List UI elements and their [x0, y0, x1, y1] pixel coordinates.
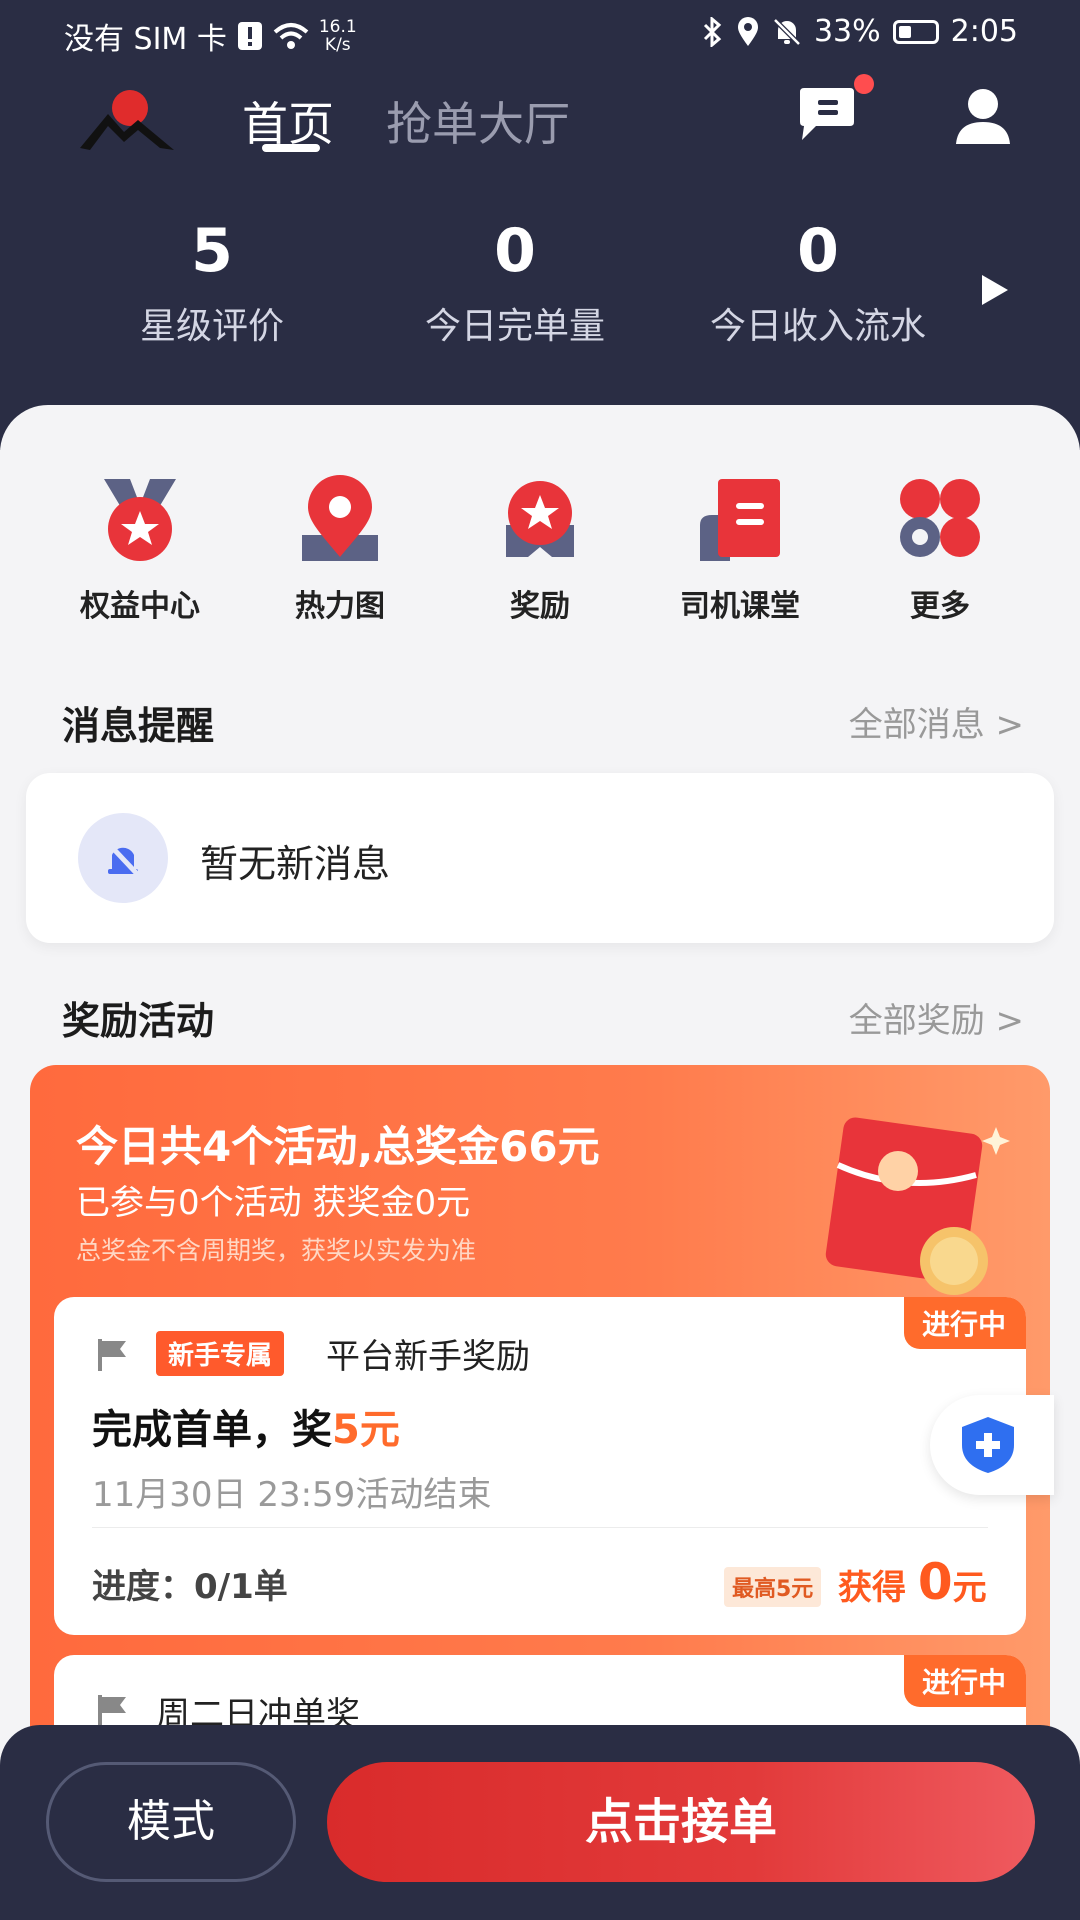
menu-item-more[interactable]: 更多 — [840, 475, 1040, 625]
red-envelope-icon — [825, 1117, 1010, 1295]
earned-prefix: 获得 — [838, 1568, 906, 1608]
max-reward-badge: 最高5元 — [724, 1567, 822, 1607]
menu-label: 奖励 — [510, 589, 570, 624]
stat-value: 5 — [191, 216, 233, 286]
wifi-icon — [273, 23, 309, 49]
flag-icon — [98, 1695, 126, 1727]
status-bar: 没有 SIM 卡 16.1 K/s 33% 2:05 — [0, 0, 1080, 70]
quick-menu: 权益中心 热力图 奖励 司机课堂 更多 — [40, 475, 1040, 625]
bell-off-icon — [78, 813, 168, 903]
menu-item-driver-class[interactable]: 司机课堂 — [640, 475, 840, 625]
reward-name: 平台新手奖励 — [326, 1337, 530, 1377]
mode-button[interactable]: 模式 — [46, 1762, 296, 1882]
menu-label: 权益中心 — [80, 589, 200, 624]
all-messages-link[interactable]: 全部消息 > — [849, 697, 1024, 746]
stat-label: 星级评价 — [139, 306, 284, 347]
newcomer-tag: 新手专属 — [156, 1331, 285, 1376]
carrier-text: 没有 SIM 卡 — [64, 22, 227, 57]
flag-icon — [98, 1339, 126, 1371]
reward-amount: 5元 — [332, 1407, 400, 1453]
stat-orders-today[interactable]: 0 今日完单量 — [365, 215, 665, 349]
earned-unit: 元 — [952, 1568, 987, 1608]
status-badge: 进行中 — [903, 1655, 1026, 1707]
reward-end-time: 11月30日 23:59活动结束 — [92, 1475, 492, 1515]
bottom-action-bar: 模式 点击接单 — [0, 1725, 1080, 1920]
clock-time: 2:05 — [950, 14, 1018, 49]
all-rewards-link[interactable]: 全部奖励 > — [849, 993, 1024, 1042]
reward-condition: 完成首单，奖5元 — [92, 1397, 400, 1455]
top-nav: 首页 抢单大厅 — [0, 74, 1080, 170]
net-speed-unit: K/s — [324, 35, 351, 55]
menu-label: 更多 — [910, 589, 970, 624]
reward-progress: 进度：0/1单 — [92, 1567, 288, 1607]
battery-percent: 33% — [813, 14, 881, 49]
tab-order-hall[interactable]: 抢单大厅 — [386, 88, 570, 154]
app-logo — [80, 90, 174, 150]
accept-order-button[interactable]: 点击接单 — [327, 1762, 1035, 1882]
net-speed: 16.1 K/s — [319, 18, 357, 54]
medal-icon — [104, 479, 176, 561]
earned-amount: 获得 0元 — [838, 1553, 987, 1611]
reward-participation: 已参与0个活动 获奖金0元 — [76, 1183, 471, 1223]
stat-label: 今日完单量 — [424, 306, 605, 347]
net-speed-value: 16.1 — [318, 17, 357, 37]
menu-label: 热力图 — [295, 589, 385, 624]
stats-row: 5 星级评价 0 今日完单量 0 今日收入流水 — [0, 215, 1080, 355]
stat-value: 0 — [494, 216, 536, 286]
message-card[interactable]: 暂无新消息 — [26, 773, 1054, 943]
location-icon — [737, 16, 758, 46]
menu-item-heatmap[interactable]: 热力图 — [240, 475, 440, 625]
reward-card[interactable]: 进行中 新手专属 平台新手奖励 完成首单，奖5元 11月30日 23:59活动结… — [54, 1297, 1026, 1635]
stat-rating[interactable]: 5 星级评价 — [62, 215, 362, 349]
reward-note: 总奖金不含周期奖，获奖以实发为准 — [76, 1236, 477, 1265]
user-icon[interactable] — [952, 86, 1014, 148]
rewards-title: 奖励活动 — [62, 999, 215, 1043]
battery-icon — [892, 19, 939, 44]
main-sheet: 权益中心 热力图 奖励 司机课堂 更多 消息提醒 全部消息 > 暂无新消息 奖励… — [0, 405, 1080, 1785]
messages-title: 消息提醒 — [62, 704, 215, 748]
sim-alert-icon — [237, 22, 262, 50]
location-pin-icon — [302, 475, 378, 561]
book-icon — [700, 479, 780, 561]
unread-dot — [854, 74, 874, 94]
bluetooth-icon — [703, 16, 722, 47]
stat-label: 今日收入流水 — [709, 306, 926, 347]
chat-icon[interactable] — [796, 86, 858, 142]
empty-message-text: 暂无新消息 — [200, 842, 391, 886]
menu-label: 司机课堂 — [680, 589, 800, 624]
tab-home-indicator — [262, 144, 320, 152]
shield-icon — [962, 1417, 1014, 1473]
grid-icon — [900, 479, 980, 557]
menu-item-benefits[interactable]: 权益中心 — [40, 475, 240, 625]
menu-item-rewards[interactable]: 奖励 — [440, 475, 640, 625]
award-icon — [506, 481, 574, 557]
stat-income-today[interactable]: 0 今日收入流水 — [668, 215, 968, 349]
reward-condition-text: 完成首单，奖 — [92, 1407, 332, 1453]
play-arrow-icon[interactable] — [982, 275, 1008, 305]
reward-panel: 今日共4个活动,总奖金66元 已参与0个活动 获奖金0元 总奖金不含周期奖，获奖… — [30, 1065, 1050, 1785]
status-badge: 进行中 — [903, 1297, 1026, 1349]
divider — [92, 1527, 988, 1528]
safety-shield-button[interactable] — [930, 1395, 1054, 1495]
stat-value: 0 — [797, 216, 839, 286]
earned-value: 0 — [917, 1553, 953, 1611]
reward-summary: 今日共4个活动,总奖金66元 — [76, 1122, 600, 1171]
mute-bell-icon — [773, 17, 801, 46]
